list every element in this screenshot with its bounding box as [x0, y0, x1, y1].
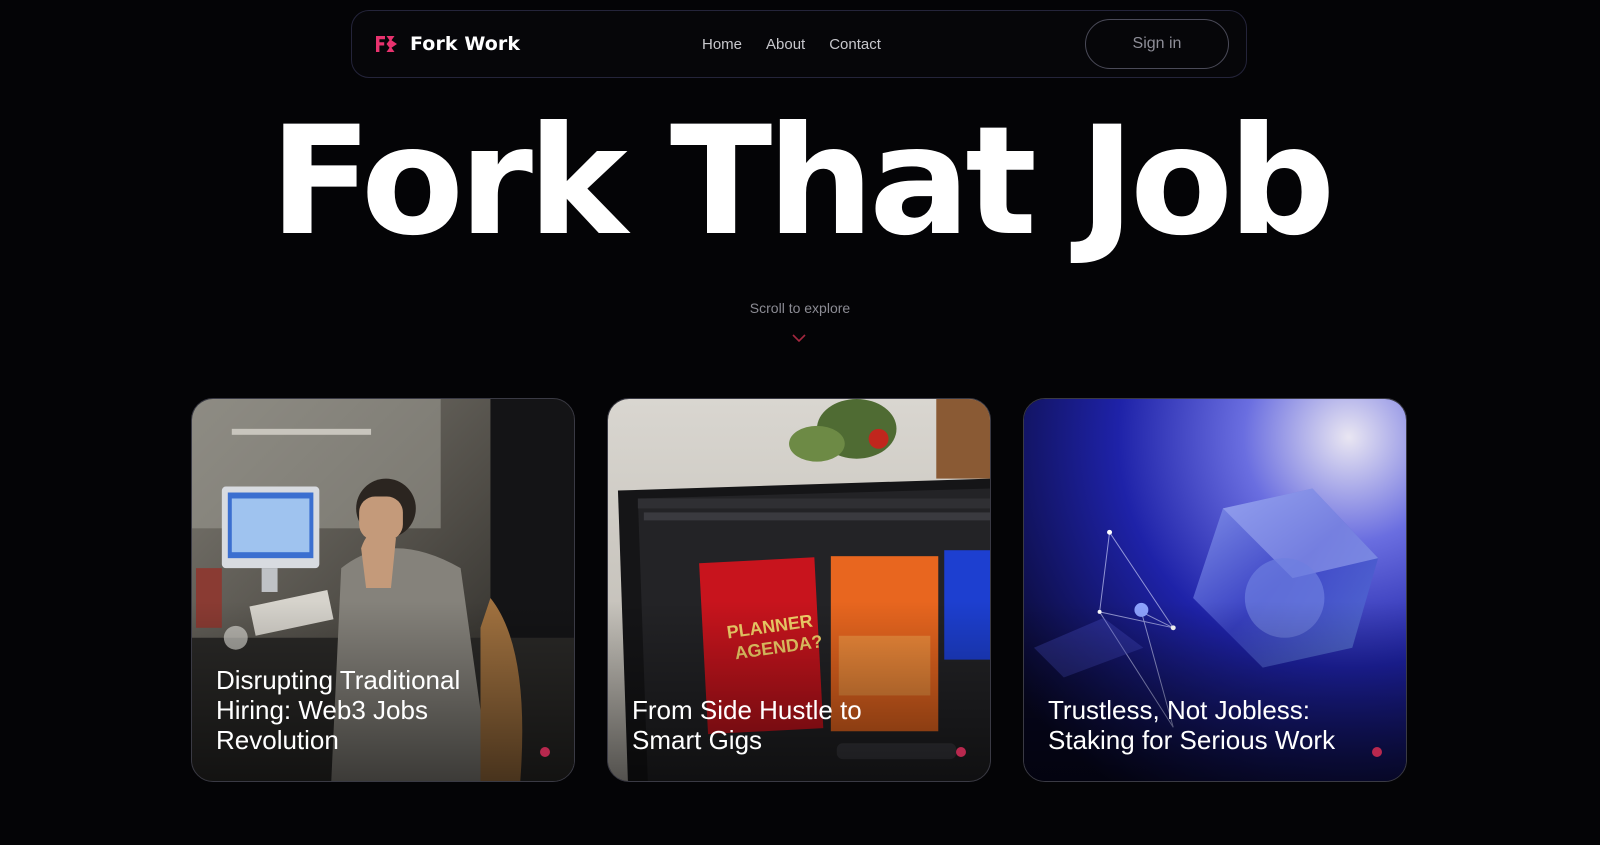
- navbar: Fork Work Home About Contact Sign in: [351, 10, 1247, 78]
- nav-link-contact[interactable]: Contact: [829, 36, 881, 53]
- hero-title: Fork That Job: [269, 95, 1336, 269]
- scroll-hint: Scroll to explore: [749, 300, 851, 316]
- article-card[interactable]: PLANNER AGENDA? From Side Hustle to Smar…: [607, 398, 991, 782]
- card-title: Trustless, Not Jobless: Staking for Seri…: [1048, 695, 1336, 755]
- sign-in-button[interactable]: Sign in: [1085, 19, 1229, 69]
- card-indicator-dot: [540, 747, 550, 757]
- nav-links: Home About Contact: [702, 11, 881, 77]
- card-title: Disrupting Traditional Hiring: Web3 Jobs…: [216, 665, 461, 755]
- article-card[interactable]: Trustless, Not Jobless: Staking for Seri…: [1023, 398, 1407, 782]
- brand[interactable]: Fork Work: [374, 11, 520, 77]
- card-indicator-dot: [956, 747, 966, 757]
- chevron-down-icon[interactable]: [791, 333, 807, 343]
- fork-work-logo-icon: [376, 36, 397, 52]
- article-card[interactable]: Disrupting Traditional Hiring: Web3 Jobs…: [191, 398, 575, 782]
- nav-link-home[interactable]: Home: [702, 36, 742, 53]
- card-indicator-dot: [1372, 747, 1382, 757]
- nav-link-about[interactable]: About: [766, 36, 805, 53]
- card-title: From Side Hustle to Smart Gigs: [632, 695, 862, 755]
- brand-name: Fork Work: [410, 33, 521, 55]
